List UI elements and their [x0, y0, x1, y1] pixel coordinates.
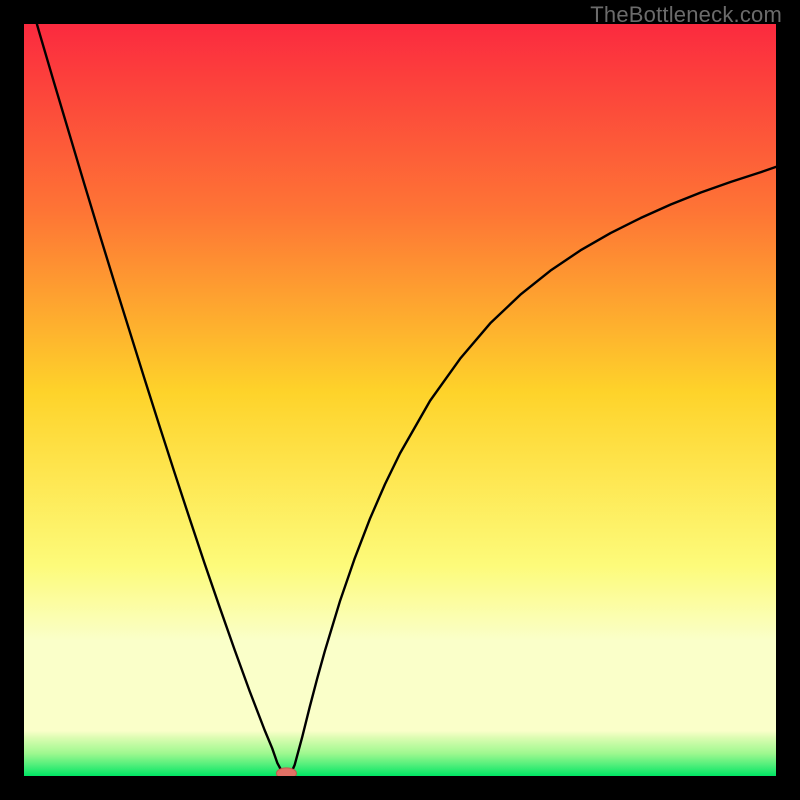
- optimal-marker: [276, 768, 296, 776]
- gradient-background: [24, 24, 776, 776]
- watermark-text: TheBottleneck.com: [590, 2, 782, 28]
- chart-frame: TheBottleneck.com: [0, 0, 800, 800]
- plot-area: [24, 24, 776, 776]
- plot-svg: [24, 24, 776, 776]
